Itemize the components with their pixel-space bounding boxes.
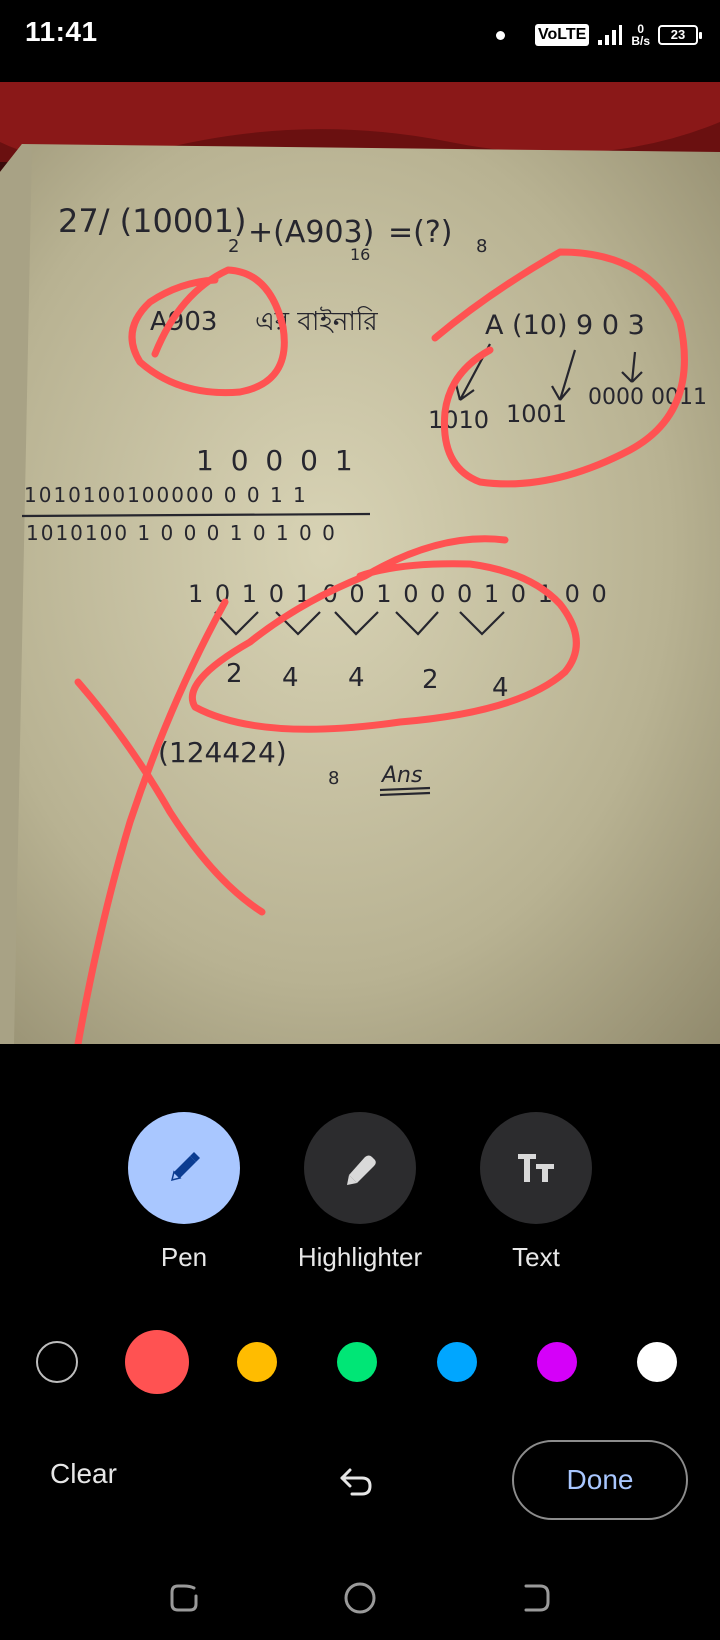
network-speed: 0 B/s [631,23,650,47]
color-swatch-blue[interactable] [437,1342,477,1382]
color-swatch-yellow[interactable] [237,1342,277,1382]
hw-sum-top: 1 0 0 0 1 [196,444,357,477]
text-tool-label: Text [512,1242,560,1272]
color-swatch-purple[interactable] [537,1342,577,1382]
hw-plus-base: 16 [350,245,370,264]
highlighter-tool-button[interactable] [304,1112,416,1224]
hw-group-1: 1010 [428,406,489,434]
hw-octal-5: 4 [492,673,509,703]
network-speed-unit: B/s [631,34,650,48]
notebook-photo[interactable]: 27/ (10001) 2 +(A903) 16 =(?) 8 A903 এর … [0,82,720,1044]
hw-octal-2: 4 [282,663,299,693]
color-swatch-red-selected[interactable] [125,1330,189,1394]
color-swatch-white[interactable] [637,1342,677,1382]
color-palette [0,1330,720,1394]
hw-sum-bottom: 1010100 1 0 0 0 1 0 1 0 0 [26,521,337,545]
volte-icon: VoLTE [535,24,590,46]
hw-octal-4: 2 [422,665,439,695]
text-tool-button[interactable] [480,1112,592,1224]
tool-pen[interactable]: Pen [94,1112,274,1273]
hw-equals: =(?) [388,215,452,250]
hw-octal-3: 4 [348,663,365,693]
hw-bengali: এর বাইনারি [255,306,378,337]
hw-equals-base: 8 [476,236,487,257]
status-bar: 11:41 VoLTE 0 B/s 23 [0,0,720,70]
hw-problem-base: 2 [228,236,239,257]
highlighter-icon [347,1155,376,1185]
done-button[interactable]: Done [512,1440,688,1520]
recents-icon[interactable] [164,1578,204,1618]
battery-icon: 23 [658,25,702,45]
color-swatch-black[interactable] [36,1341,78,1383]
hw-a10-903: A (10) 9 0 3 [485,310,645,341]
hw-problem: 27/ (10001) [58,202,246,240]
tool-highlighter[interactable]: Highlighter [270,1112,450,1273]
status-time: 11:41 [25,16,98,47]
home-icon[interactable] [340,1578,380,1618]
pen-tool-label: Pen [160,1242,208,1272]
text-icon [518,1154,554,1182]
tool-text[interactable]: Text [446,1112,626,1273]
status-icons: VoLTE 0 B/s 23 [496,18,702,52]
hw-octal-1: 2 [226,659,243,689]
hw-group-2: 1001 [506,400,567,428]
hw-sum-mid: 1010100100000 0 0 1 1 [24,483,308,507]
hw-a903: A903 [150,307,217,337]
hw-answer-base: 8 [328,768,339,789]
annotated-photo[interactable]: 27/ (10001) 2 +(A903) 16 =(?) 8 A903 এর … [0,82,720,1044]
clear-button[interactable]: Clear [50,1458,117,1490]
hw-answer: (124424) [158,736,287,769]
hw-ans-label: Ans [380,763,422,788]
undo-icon[interactable] [336,1460,376,1500]
tool-selector: Pen Highlighter Text [0,1112,720,1282]
pen-tool-button[interactable] [128,1112,240,1224]
back-icon[interactable] [516,1578,556,1618]
pen-icon [170,1152,200,1182]
system-nav-bar [0,1560,720,1630]
signal-icon [598,25,623,45]
action-bar: Clear Done [0,1440,720,1520]
hw-group-3: 0000 0011 [588,385,707,410]
notification-dot-icon [496,30,506,40]
color-swatch-green[interactable] [337,1342,377,1382]
highlighter-tool-label: Highlighter [297,1242,423,1272]
